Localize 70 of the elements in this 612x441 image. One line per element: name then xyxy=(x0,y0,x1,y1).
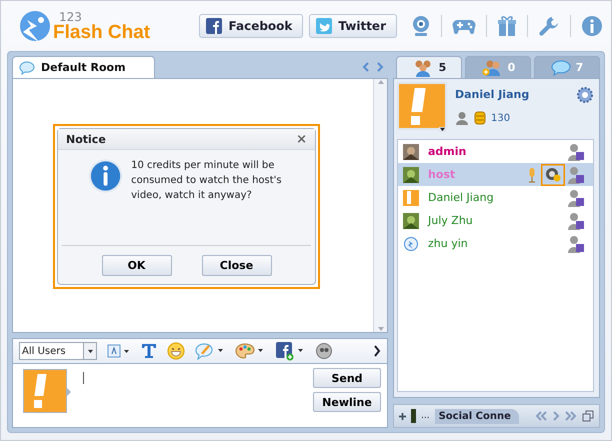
webcam-icon[interactable] xyxy=(541,164,565,186)
profile-name: Daniel Jiang xyxy=(455,88,530,101)
info-icon[interactable] xyxy=(581,15,603,37)
user-name: zhu yin xyxy=(428,237,469,250)
chevron-right-icon[interactable] xyxy=(373,345,381,357)
font-box-icon[interactable] xyxy=(107,344,131,358)
smiley-icon[interactable] xyxy=(167,342,185,360)
user-name: admin xyxy=(428,145,468,158)
user-name: Daniel Jiang xyxy=(428,191,495,204)
speech-bubble-icon xyxy=(19,60,35,74)
input-button[interactable]: Newline xyxy=(313,392,381,412)
user-row[interactable]: zhu yin xyxy=(398,232,593,255)
rewind-icon[interactable] xyxy=(535,411,547,421)
bar-icon xyxy=(411,409,416,423)
side-tab[interactable]: 5 xyxy=(396,56,462,78)
share-button[interactable]: Facebook xyxy=(199,14,304,38)
facebook-add-icon[interactable] xyxy=(275,341,305,361)
user-row[interactable]: admin xyxy=(398,140,593,163)
fast-forward-icon[interactable] xyxy=(565,411,577,421)
user-role-icon xyxy=(567,188,585,206)
settings-icon[interactable] xyxy=(576,86,594,104)
room-tab[interactable]: Default Room xyxy=(12,56,155,78)
dialog-button[interactable]: Close xyxy=(202,254,272,276)
gift-icon[interactable] xyxy=(497,15,517,37)
input-button[interactable]: Send xyxy=(313,368,381,388)
recipient-dropdown[interactable]: All Users xyxy=(19,342,97,360)
user-name: host xyxy=(428,168,456,181)
logo-name: Flash Chat xyxy=(53,22,150,42)
user-avatar xyxy=(403,190,419,206)
scroll-down-icon[interactable] xyxy=(376,326,384,332)
user-row[interactable]: July Zhu xyxy=(398,209,593,232)
sound-icon[interactable] xyxy=(315,342,333,360)
user-row[interactable]: Daniel Jiang xyxy=(398,186,593,209)
unknown-user-icon xyxy=(455,111,469,125)
info-icon xyxy=(88,158,124,194)
speech-bubble-icon xyxy=(550,60,571,76)
people-add-icon xyxy=(480,58,503,76)
add-icon[interactable] xyxy=(399,412,406,420)
user-avatar xyxy=(23,369,67,413)
microphone-icon[interactable] xyxy=(528,166,536,182)
caret-icon[interactable] xyxy=(439,127,446,132)
text-format-icon[interactable] xyxy=(141,343,157,359)
caret-icon xyxy=(86,348,94,354)
bird-icon xyxy=(316,18,332,34)
dialog-message: 10 credits per minute will be consumed to watch the host's video, watch it anyway? xyxy=(131,159,283,203)
panel-tab[interactable]: Social Conne xyxy=(434,408,519,424)
scrollbar[interactable] xyxy=(373,79,387,332)
user-role-icon xyxy=(567,212,585,230)
user-name: July Zhu xyxy=(428,214,474,227)
webcam-icon[interactable] xyxy=(411,15,431,37)
close-button[interactable]: × xyxy=(296,132,307,146)
play-icon[interactable] xyxy=(552,411,560,421)
scroll-up-icon[interactable] xyxy=(376,79,384,85)
bubble-pencil-icon[interactable] xyxy=(195,342,225,360)
ellipsis: ... xyxy=(421,411,430,421)
dialog-button[interactable]: OK xyxy=(102,254,172,276)
f-icon xyxy=(206,18,222,34)
wrench-icon[interactable] xyxy=(538,15,560,37)
gamepad-icon[interactable] xyxy=(452,18,476,34)
restore-window-icon[interactable] xyxy=(582,410,594,422)
credits-count: 130 xyxy=(491,112,510,124)
palette-icon[interactable] xyxy=(235,342,265,360)
user-role-icon xyxy=(567,142,585,160)
bird-avatar-icon xyxy=(403,236,419,252)
user-role-icon xyxy=(567,234,585,252)
share-button[interactable]: Twitter xyxy=(309,14,397,38)
user-role-icon xyxy=(567,166,585,184)
coins-icon xyxy=(474,111,486,125)
dialog-title: Notice xyxy=(66,132,106,146)
logo-number: 123 xyxy=(59,10,83,22)
